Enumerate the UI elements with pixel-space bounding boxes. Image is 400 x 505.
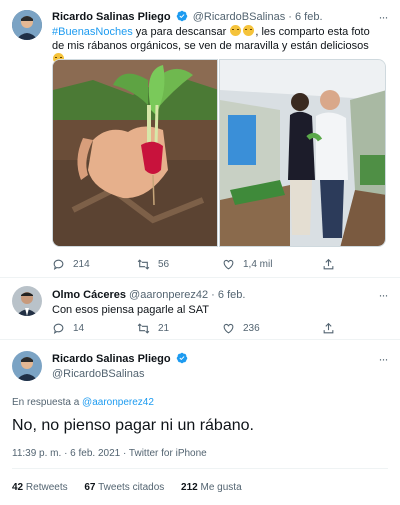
hashtag-link[interactable]: #BuenasNoches	[52, 26, 133, 38]
grinning-face-emoji-icon	[243, 25, 255, 36]
tweet-header: Ricardo Salinas Pliego @RicardoBSalinas …	[52, 10, 323, 24]
reply-button[interactable]: 14	[52, 322, 137, 335]
reply-to-link[interactable]: @aaronperez42	[82, 397, 154, 408]
tweet-original[interactable]: Ricardo Salinas Pliego @RicardoBSalinas …	[0, 0, 400, 280]
author-handle[interactable]: @RicardoBSalinas	[193, 11, 286, 23]
reply-context: En respuesta a @aaronperez42	[12, 397, 154, 408]
relieved-face-emoji-icon	[230, 25, 242, 36]
likes-count[interactable]: 212 Me gusta	[181, 482, 242, 493]
retweet-button[interactable]: 21	[137, 322, 222, 335]
tweet-header: Olmo Cáceres @aaronperez42 · 6 feb.	[52, 288, 245, 302]
reply-button[interactable]: 214	[52, 258, 137, 271]
tweet-text: Con esos piensa pagarle al SAT	[52, 304, 209, 316]
tweet-header: Ricardo Salinas Pliego	[52, 352, 190, 366]
reply-icon	[53, 323, 64, 335]
tweet-stats: 42 Retweets 67 Tweets citados 212 Me gus…	[12, 482, 256, 493]
tweet-actions: 14 21 236	[52, 322, 352, 335]
quotes-count[interactable]: 67 Tweets citados	[84, 482, 164, 493]
greenhouse-photo-image	[220, 60, 385, 246]
more-options-icon[interactable]: ···	[376, 353, 390, 368]
retweet-icon	[137, 323, 150, 334]
tweet-photo-radish[interactable]	[52, 59, 218, 247]
more-options-icon[interactable]: ···	[376, 289, 390, 304]
tweet-focused[interactable]: Ricardo Salinas Pliego @RicardoBSalinas …	[0, 340, 400, 505]
tweet-reply[interactable]: Olmo Cáceres @aaronperez42 · 6 feb. ··· …	[0, 278, 400, 340]
more-options-icon[interactable]: ···	[376, 11, 390, 26]
author-handle[interactable]: @RicardoBSalinas	[52, 367, 145, 381]
like-button[interactable]: 1,4 mil	[222, 258, 322, 271]
reply-icon	[53, 259, 64, 271]
share-button[interactable]	[322, 258, 335, 271]
retweet-icon	[137, 259, 150, 270]
radish-photo-image	[53, 60, 217, 246]
tweet-text: No, no pienso pagar ni un rábano.	[12, 417, 254, 434]
heart-icon	[223, 259, 234, 270]
author-name[interactable]: Ricardo Salinas Pliego	[52, 353, 171, 365]
share-icon	[323, 322, 334, 334]
verified-badge-icon	[176, 10, 187, 22]
retweets-count[interactable]: 42 Retweets	[12, 482, 68, 493]
tweet-photo-greenhouse[interactable]	[219, 59, 386, 247]
author-name[interactable]: Olmo Cáceres	[52, 289, 126, 301]
avatar[interactable]	[12, 351, 42, 381]
author-name[interactable]: Ricardo Salinas Pliego	[52, 11, 171, 23]
tweet-timestamp[interactable]: 11:39 p. m. · 6 feb. 2021 · Twitter for …	[12, 448, 207, 459]
like-button[interactable]: 236	[222, 322, 322, 335]
tweet-time[interactable]: · 6 feb.	[288, 11, 322, 23]
tweet-time[interactable]: · 6 feb.	[211, 289, 245, 301]
author-handle[interactable]: @aaronperez42	[129, 289, 208, 301]
tweet-actions: 214 56 1,4 mil	[52, 258, 352, 271]
retweet-button[interactable]: 56	[137, 258, 222, 271]
verified-badge-icon	[176, 352, 187, 364]
share-button[interactable]	[322, 322, 335, 335]
divider	[12, 468, 388, 469]
avatar[interactable]	[12, 286, 42, 316]
share-icon	[323, 258, 334, 270]
avatar[interactable]	[12, 10, 42, 40]
heart-icon	[223, 323, 234, 334]
